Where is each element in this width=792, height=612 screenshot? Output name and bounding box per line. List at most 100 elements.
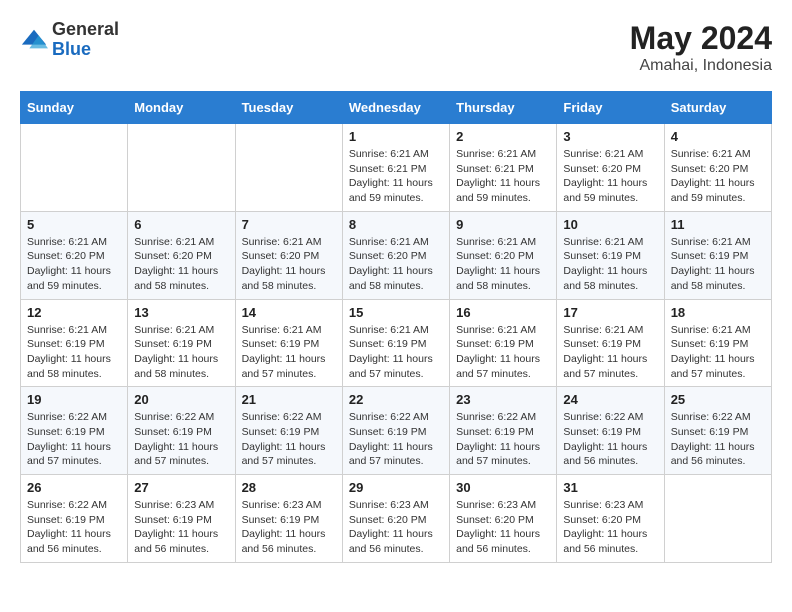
day-info: Sunrise: 6:22 AMSunset: 6:19 PMDaylight:… xyxy=(27,410,121,469)
day-of-week-header: Monday xyxy=(128,92,235,124)
day-number: 11 xyxy=(671,217,765,232)
day-info: Sunrise: 6:22 AMSunset: 6:19 PMDaylight:… xyxy=(242,410,336,469)
calendar-day-cell: 20Sunrise: 6:22 AMSunset: 6:19 PMDayligh… xyxy=(128,387,235,475)
calendar-day-cell: 10Sunrise: 6:21 AMSunset: 6:19 PMDayligh… xyxy=(557,211,664,299)
day-info: Sunrise: 6:23 AMSunset: 6:20 PMDaylight:… xyxy=(563,498,657,557)
calendar-day-cell: 15 Sunrise: 6:21 AMSunset: 6:19 PMDayligh… xyxy=(342,299,449,387)
day-number: 28 xyxy=(242,480,336,495)
day-number: 16 xyxy=(456,305,550,320)
day-of-week-header: Wednesday xyxy=(342,92,449,124)
calendar-table: SundayMondayTuesdayWednesdayThursdayFrid… xyxy=(20,91,772,563)
day-of-week-header: Tuesday xyxy=(235,92,342,124)
day-number: 15 xyxy=(349,305,443,320)
calendar-week-row: 5 Sunrise: 6:21 AMSunset: 6:20 PMDaylight… xyxy=(21,211,772,299)
day-number: 26 xyxy=(27,480,121,495)
day-of-week-header: Friday xyxy=(557,92,664,124)
day-number: 30 xyxy=(456,480,550,495)
day-of-week-header: Saturday xyxy=(664,92,771,124)
title-block: May 2024 Amahai, Indonesia xyxy=(630,20,772,75)
calendar-week-row: 12Sunrise: 6:21 AMSunset: 6:19 PMDayligh… xyxy=(21,299,772,387)
day-info: Sunrise: 6:21 AMSunset: 6:19 PMDaylight:… xyxy=(349,323,443,382)
day-number: 7 xyxy=(242,217,336,232)
calendar-day-cell: 13 Sunrise: 6:21 AMSunset: 6:19 PMDayligh… xyxy=(128,299,235,387)
calendar-day-cell xyxy=(235,124,342,212)
logo: General Blue xyxy=(20,20,119,60)
day-number: 22 xyxy=(349,392,443,407)
day-number: 20 xyxy=(134,392,228,407)
day-info: Sunrise: 6:23 AMSunset: 6:20 PMDaylight:… xyxy=(456,498,550,557)
calendar-day-cell: 29Sunrise: 6:23 AMSunset: 6:20 PMDayligh… xyxy=(342,475,449,563)
day-number: 1 xyxy=(349,129,443,144)
day-number: 19 xyxy=(27,392,121,407)
day-info: Sunrise: 6:21 AMSunset: 6:20 PMDaylight:… xyxy=(27,235,121,294)
calendar-day-cell: 2Sunrise: 6:21 AMSunset: 6:21 PMDaylight… xyxy=(450,124,557,212)
day-info: Sunrise: 6:22 AMSunset: 6:19 PMDaylight:… xyxy=(563,410,657,469)
day-info: Sunrise: 6:23 AMSunset: 6:19 PMDaylight:… xyxy=(242,498,336,557)
calendar-day-cell: 18Sunrise: 6:21 AMSunset: 6:19 PMDayligh… xyxy=(664,299,771,387)
day-info: Sunrise: 6:21 AMSunset: 6:19 PMDaylight:… xyxy=(242,323,336,382)
day-number: 6 xyxy=(134,217,228,232)
day-number: 27 xyxy=(134,480,228,495)
day-number: 8 xyxy=(349,217,443,232)
logo-blue-text: Blue xyxy=(52,39,91,59)
calendar-day-cell: 7 Sunrise: 6:21 AMSunset: 6:20 PMDaylight… xyxy=(235,211,342,299)
calendar-week-row: 1 Sunrise: 6:21 AMSunset: 6:21 PMDaylight… xyxy=(21,124,772,212)
day-info: Sunrise: 6:23 AMSunset: 6:20 PMDaylight:… xyxy=(349,498,443,557)
day-info: Sunrise: 6:21 AMSunset: 6:20 PMDaylight:… xyxy=(563,147,657,206)
day-info: Sunrise: 6:21 AMSunset: 6:19 PMDaylight:… xyxy=(27,323,121,382)
calendar-day-cell: 24 Sunrise: 6:22 AMSunset: 6:19 PMDayligh… xyxy=(557,387,664,475)
calendar-day-cell: 28 Sunrise: 6:23 AMSunset: 6:19 PMDayligh… xyxy=(235,475,342,563)
logo-general-text: General xyxy=(52,19,119,39)
day-of-week-header: Sunday xyxy=(21,92,128,124)
calendar-day-cell: 26Sunrise: 6:22 AMSunset: 6:19 PMDayligh… xyxy=(21,475,128,563)
day-info: Sunrise: 6:21 AMSunset: 6:19 PMDaylight:… xyxy=(134,323,228,382)
day-number: 10 xyxy=(563,217,657,232)
day-number: 18 xyxy=(671,305,765,320)
month-year-title: May 2024 xyxy=(630,20,772,57)
logo-icon xyxy=(20,26,48,54)
day-number: 31 xyxy=(563,480,657,495)
calendar-week-row: 19 Sunrise: 6:22 AMSunset: 6:19 PMDayligh… xyxy=(21,387,772,475)
day-info: Sunrise: 6:21 AMSunset: 6:21 PMDaylight:… xyxy=(349,147,443,206)
day-info: Sunrise: 6:21 AMSunset: 6:19 PMDaylight:… xyxy=(456,323,550,382)
calendar-day-cell: 31 Sunrise: 6:23 AMSunset: 6:20 PMDayligh… xyxy=(557,475,664,563)
calendar-day-cell: 23Sunrise: 6:22 AMSunset: 6:19 PMDayligh… xyxy=(450,387,557,475)
calendar-day-cell: 17 Sunrise: 6:21 AMSunset: 6:19 PMDayligh… xyxy=(557,299,664,387)
day-info: Sunrise: 6:22 AMSunset: 6:19 PMDaylight:… xyxy=(349,410,443,469)
calendar-day-cell: 1 Sunrise: 6:21 AMSunset: 6:21 PMDaylight… xyxy=(342,124,449,212)
calendar-day-cell: 12Sunrise: 6:21 AMSunset: 6:19 PMDayligh… xyxy=(21,299,128,387)
calendar-day-cell: 19 Sunrise: 6:22 AMSunset: 6:19 PMDayligh… xyxy=(21,387,128,475)
calendar-day-cell: 6Sunrise: 6:21 AMSunset: 6:20 PMDaylight… xyxy=(128,211,235,299)
day-number: 24 xyxy=(563,392,657,407)
day-number: 13 xyxy=(134,305,228,320)
calendar-day-cell: 3 Sunrise: 6:21 AMSunset: 6:20 PMDaylight… xyxy=(557,124,664,212)
day-number: 17 xyxy=(563,305,657,320)
day-info: Sunrise: 6:22 AMSunset: 6:19 PMDaylight:… xyxy=(671,410,765,469)
day-info: Sunrise: 6:21 AMSunset: 6:20 PMDaylight:… xyxy=(456,235,550,294)
day-of-week-header: Thursday xyxy=(450,92,557,124)
day-info: Sunrise: 6:23 AMSunset: 6:19 PMDaylight:… xyxy=(134,498,228,557)
day-info: Sunrise: 6:21 AMSunset: 6:20 PMDaylight:… xyxy=(671,147,765,206)
day-number: 14 xyxy=(242,305,336,320)
calendar-day-cell: 16 Sunrise: 6:21 AMSunset: 6:19 PMDayligh… xyxy=(450,299,557,387)
day-info: Sunrise: 6:21 AMSunset: 6:20 PMDaylight:… xyxy=(349,235,443,294)
calendar-day-cell: 9 Sunrise: 6:21 AMSunset: 6:20 PMDaylight… xyxy=(450,211,557,299)
calendar-day-cell: 8 Sunrise: 6:21 AMSunset: 6:20 PMDaylight… xyxy=(342,211,449,299)
day-info: Sunrise: 6:21 AMSunset: 6:19 PMDaylight:… xyxy=(563,323,657,382)
day-number: 9 xyxy=(456,217,550,232)
calendar-day-cell: 4 Sunrise: 6:21 AMSunset: 6:20 PMDaylight… xyxy=(664,124,771,212)
day-number: 4 xyxy=(671,129,765,144)
calendar-day-cell: 5 Sunrise: 6:21 AMSunset: 6:20 PMDaylight… xyxy=(21,211,128,299)
day-number: 23 xyxy=(456,392,550,407)
calendar-day-cell: 30 Sunrise: 6:23 AMSunset: 6:20 PMDayligh… xyxy=(450,475,557,563)
day-number: 2 xyxy=(456,129,550,144)
day-number: 5 xyxy=(27,217,121,232)
calendar-day-cell xyxy=(21,124,128,212)
calendar-day-cell: 11Sunrise: 6:21 AMSunset: 6:19 PMDayligh… xyxy=(664,211,771,299)
day-info: Sunrise: 6:21 AMSunset: 6:20 PMDaylight:… xyxy=(242,235,336,294)
location-subtitle: Amahai, Indonesia xyxy=(630,57,772,75)
calendar-day-cell: 14 Sunrise: 6:21 AMSunset: 6:19 PMDayligh… xyxy=(235,299,342,387)
day-number: 3 xyxy=(563,129,657,144)
page-header: General Blue May 2024 Amahai, Indonesia xyxy=(20,20,772,75)
calendar-day-cell: 22 Sunrise: 6:22 AMSunset: 6:19 PMDayligh… xyxy=(342,387,449,475)
